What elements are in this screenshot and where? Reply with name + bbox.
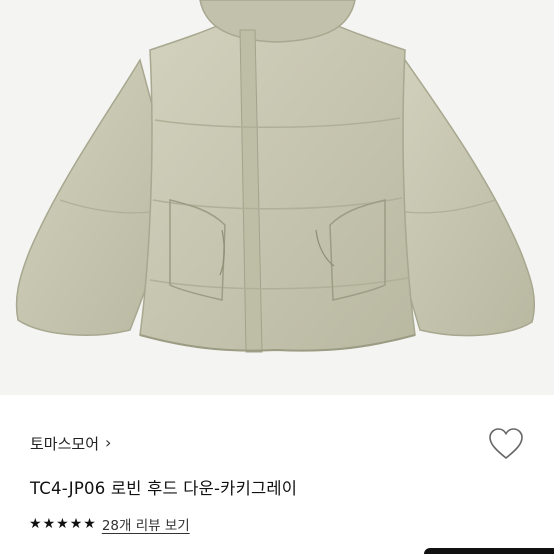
wishlist-button[interactable] <box>488 427 524 461</box>
product-title: TC4-JP06 로빈 후드 다운-카키그레이 <box>30 479 298 498</box>
star-icon: ★ <box>56 516 69 532</box>
rating-stars: ★ ★ ★ ★ ★ <box>29 517 96 531</box>
star-icon: ★ <box>69 516 83 532</box>
star-icon: ★ <box>42 516 56 532</box>
chevron-right-icon: › <box>105 432 112 452</box>
star-icon: ★ <box>29 516 42 532</box>
review-link[interactable]: 28개 리뷰 보기 <box>102 514 190 534</box>
bottom-bar <box>424 548 554 554</box>
brand-link[interactable]: 토마스모어 › <box>30 431 111 455</box>
jacket-illustration <box>15 0 536 353</box>
brand-name: 토마스모어 <box>30 434 100 453</box>
product-image[interactable] <box>0 0 554 395</box>
heart-outline-icon <box>489 428 523 460</box>
rating-row: ★ ★ ★ ★ ★ 28개 리뷰 보기 <box>29 514 190 534</box>
star-icon: ★ <box>83 516 96 532</box>
product-info: 토마스모어 › TC4-JP06 로빈 후드 다운-카키그레이 ★ ★ ★ ★ … <box>0 395 554 554</box>
